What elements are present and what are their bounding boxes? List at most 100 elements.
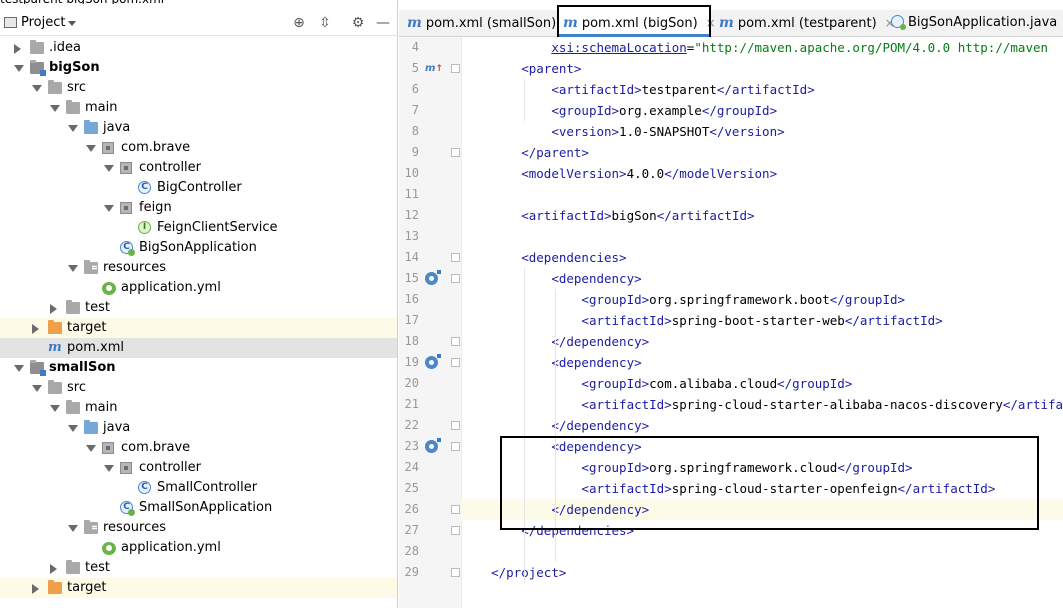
tree-item[interactable]: target [0, 318, 397, 338]
tree-item[interactable]: C SmallController [0, 478, 397, 498]
code-line[interactable] [461, 541, 1063, 562]
code-line[interactable]: </project> [461, 562, 1063, 583]
code-line[interactable]: </dependency> [461, 331, 1063, 352]
chevron-right-icon[interactable] [50, 304, 57, 314]
tree-item[interactable]: controller [0, 458, 397, 478]
locate-icon[interactable]: ⊕ [290, 14, 308, 32]
tree-item[interactable]: main [0, 398, 397, 418]
editor-tab[interactable]: m pom.xml (testparent) × [715, 10, 895, 37]
code-line[interactable]: <artifactId>testparent</artifactId> [461, 79, 1063, 100]
gear-icon[interactable]: ⚙ [349, 14, 367, 32]
fold-marker-icon[interactable] [451, 358, 460, 367]
tree-item[interactable]: C BigSonApplication [0, 238, 397, 258]
code-line[interactable]: <groupId>com.alibaba.cloud</groupId> [461, 373, 1063, 394]
code-line[interactable]: <artifactId>bigSon</artifactId> [461, 205, 1063, 226]
chevron-right-icon[interactable] [14, 44, 21, 54]
code-line[interactable]: xsi:schemaLocation="http://maven.apache.… [461, 37, 1063, 58]
editor-tab[interactable]: BigSonApplication.java [887, 10, 1057, 37]
dependency-icon[interactable] [425, 354, 441, 369]
fold-marker-icon[interactable] [451, 526, 460, 535]
tree-item[interactable]: bigSon [0, 58, 397, 78]
chevron-down-icon[interactable] [104, 165, 114, 172]
code-line[interactable]: </dependency> [461, 415, 1063, 436]
chevron-right-icon[interactable] [32, 324, 39, 334]
tree-item[interactable]: com.brave [0, 138, 397, 158]
editor-tab[interactable]: mpom.xml (smallSon)× [403, 10, 574, 37]
tree-item[interactable]: application.yml [0, 538, 397, 558]
code-line[interactable]: </dependency> [461, 499, 1063, 520]
tree-item[interactable]: controller [0, 158, 397, 178]
chevron-right-icon[interactable] [32, 584, 39, 594]
tree-item[interactable]: I FeignClientService [0, 218, 397, 238]
breadcrumb-item[interactable]: testparent [0, 0, 62, 4]
tree-item[interactable]: smallSon [0, 358, 397, 378]
chevron-down-icon[interactable] [68, 425, 78, 432]
chevron-down-icon[interactable] [104, 465, 114, 472]
code-line[interactable]: <artifactId>spring-cloud-starter-alibaba… [461, 394, 1063, 415]
tree-item[interactable]: C SmallSonApplication [0, 498, 397, 518]
fold-marker-icon[interactable] [451, 253, 460, 262]
fold-marker-icon[interactable] [451, 274, 460, 283]
code-line[interactable]: <version>1.0-SNAPSHOT</version> [461, 121, 1063, 142]
fold-marker-icon[interactable] [451, 64, 460, 73]
code-line[interactable]: <modelVersion>4.0.0</modelVersion> [461, 163, 1063, 184]
code-line[interactable]: <dependency> [461, 436, 1063, 457]
code-line[interactable]: <artifactId>spring-cloud-starter-openfei… [461, 478, 1063, 499]
chevron-down-icon[interactable] [86, 445, 96, 452]
tree-item[interactable]: feign [0, 198, 397, 218]
code-line[interactable]: <dependencies> [461, 247, 1063, 268]
tree-item[interactable]: resources [0, 258, 397, 278]
tree-item[interactable]: src [0, 378, 397, 398]
tree-item[interactable]: test [0, 298, 397, 318]
fold-marker-icon[interactable] [451, 421, 460, 430]
chevron-down-icon[interactable] [32, 385, 42, 392]
breadcrumb-item[interactable]: bigSon [66, 0, 107, 4]
chevron-down-icon[interactable] [50, 405, 60, 412]
tree-item[interactable]: java [0, 418, 397, 438]
tree-item[interactable]: java [0, 118, 397, 138]
tree-item[interactable]: com.brave [0, 438, 397, 458]
fold-marker-icon[interactable] [451, 148, 460, 157]
editor-tab[interactable]: m pom.xml (bigSon) × [559, 10, 716, 37]
code-line[interactable]: <groupId>org.example</groupId> [461, 100, 1063, 121]
code-line[interactable] [461, 226, 1063, 247]
code-editor[interactable]: 4 5 m↑ 6 7 8 9 10 11 12 13 14 15 16 17 18 19 20 21 22 23 24 25… [399, 37, 1063, 608]
code-line[interactable]: </parent> [461, 142, 1063, 163]
tree-item[interactable]: .idea [0, 38, 397, 58]
code-line[interactable]: <groupId>org.springframework.boot</group… [461, 289, 1063, 310]
code-line[interactable] [461, 184, 1063, 205]
tree-item[interactable]: main [0, 98, 397, 118]
tree-item[interactable]: application.yml [0, 278, 397, 298]
chevron-down-icon[interactable] [50, 105, 60, 112]
chevron-down-icon[interactable] [32, 85, 42, 92]
dependency-icon[interactable] [425, 438, 441, 453]
code-line[interactable]: <artifactId>spring-boot-starter-web</art… [461, 310, 1063, 331]
chevron-down-icon[interactable] [68, 21, 76, 26]
dependency-icon[interactable] [425, 270, 441, 285]
chevron-down-icon[interactable] [14, 65, 24, 72]
tree-item[interactable]: m pom.xml [0, 338, 397, 358]
code-line[interactable]: <dependency> [461, 352, 1063, 373]
hide-icon[interactable]: — [374, 14, 392, 32]
breadcrumb-item[interactable]: pom.xml [112, 0, 165, 4]
tree-item[interactable]: C BigController [0, 178, 397, 198]
tree-item[interactable]: test [0, 558, 397, 578]
chevron-right-icon[interactable] [50, 564, 57, 574]
fold-marker-icon[interactable] [451, 442, 460, 451]
fold-marker-icon[interactable] [451, 505, 460, 514]
maven-override-icon[interactable]: m↑ [425, 58, 443, 80]
tree-item[interactable]: resources [0, 518, 397, 538]
chevron-down-icon[interactable] [68, 265, 78, 272]
chevron-down-icon[interactable] [104, 205, 114, 212]
chevron-down-icon[interactable] [68, 125, 78, 132]
tree-item[interactable]: src [0, 78, 397, 98]
project-panel-title[interactable]: Project [21, 15, 65, 30]
chevron-down-icon[interactable] [86, 145, 96, 152]
code-line[interactable]: </dependencies> [461, 520, 1063, 541]
code-line[interactable]: <dependency> [461, 268, 1063, 289]
chevron-down-icon[interactable] [68, 525, 78, 532]
code-line[interactable]: <parent> [461, 58, 1063, 79]
tree-item[interactable]: target [0, 578, 397, 598]
chevron-down-icon[interactable] [14, 365, 24, 372]
code-line[interactable]: <groupId>org.springframework.cloud</grou… [461, 457, 1063, 478]
